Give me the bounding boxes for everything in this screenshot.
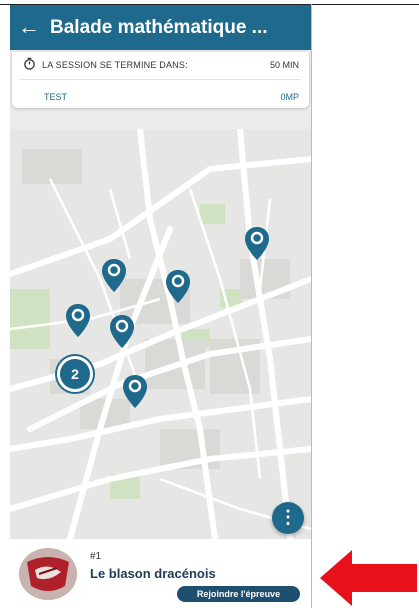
stopwatch-icon (24, 57, 35, 70)
page-title: Balade mathématique ... (50, 17, 268, 38)
divider (20, 79, 301, 80)
app-bar: ← Balade mathématique ... (10, 5, 311, 50)
map-pin-icon[interactable] (102, 259, 126, 292)
more-vertical-icon[interactable]: ⋮ (272, 502, 304, 534)
map-view[interactable]: 2 (10, 129, 311, 539)
map-pin-icon[interactable] (245, 227, 269, 260)
map-pin-icon[interactable] (123, 375, 147, 408)
phone-screen: ← Balade mathématique ... LA SESSION SE … (10, 5, 311, 608)
arrow-left-icon[interactable]: ← (18, 16, 40, 38)
join-challenge-button[interactable]: Rejoindre l'épreuve (177, 586, 300, 602)
session-card: LA SESSION SE TERMINE DANS: 50 MIN TEST … (12, 52, 309, 108)
challenge-title: Le blason dracénois (90, 566, 216, 581)
session-remaining-time: 50 MIN (269, 60, 299, 70)
map-cluster-marker[interactable]: 2 (57, 356, 93, 392)
team-name: TEST (44, 92, 68, 102)
challenge-thumbnail (19, 548, 77, 600)
map-pin-icon[interactable] (110, 315, 134, 348)
session-end-label: LA SESSION SE TERMINE DANS: (42, 60, 188, 70)
challenge-step-number: #1 (90, 551, 102, 562)
team-score: 0MP (280, 92, 299, 102)
map-pin-icon[interactable] (166, 270, 190, 303)
red-arrow-icon (320, 550, 417, 606)
challenge-card[interactable]: #1 Le blason dracénois Rejoindre l'épreu… (10, 539, 311, 608)
right-border (311, 4, 312, 608)
map-pin-icon[interactable] (66, 304, 90, 337)
map-streets (10, 129, 311, 539)
